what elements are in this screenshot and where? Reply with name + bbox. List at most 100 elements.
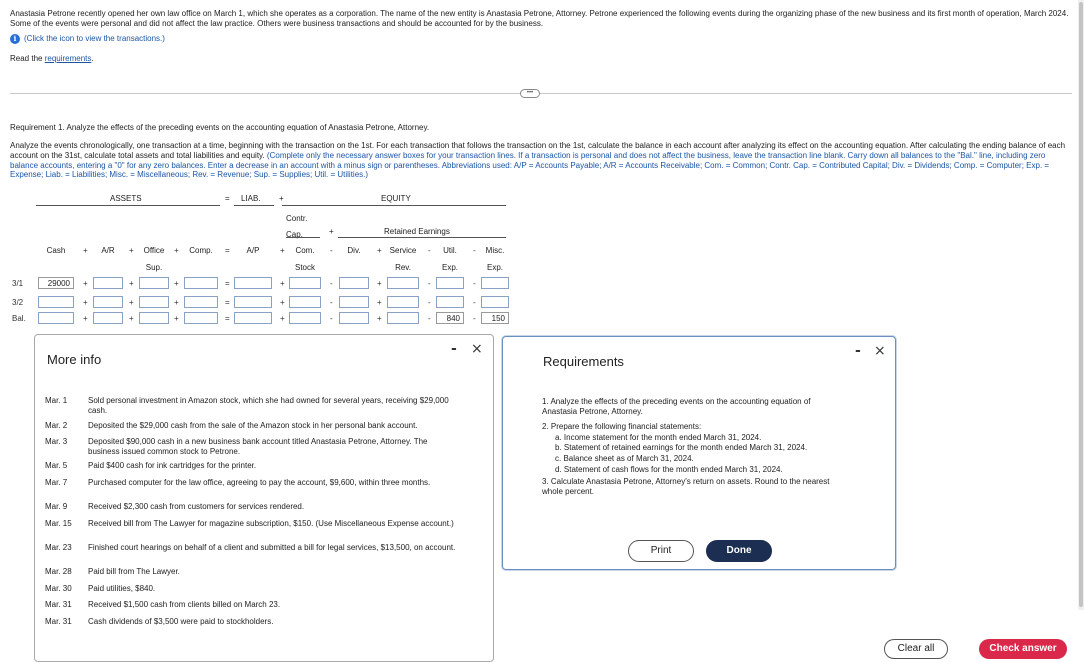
event-description: Purchased computer for the law office, a… <box>88 478 431 487</box>
row-label: 3/2 <box>12 298 24 307</box>
column-subheader-7: Rev. <box>395 263 411 272</box>
column-subheader-2: Sup. <box>145 263 163 272</box>
retained-earnings-header: Retained Earnings <box>384 227 450 236</box>
equation-input[interactable] <box>139 296 169 308</box>
equation-input[interactable]: 840 <box>436 312 464 324</box>
requirements-close-icon[interactable]: × <box>874 343 886 360</box>
equation-input[interactable] <box>93 296 123 308</box>
header-operator: + <box>83 246 88 255</box>
equation-input[interactable] <box>339 312 369 324</box>
equation-input[interactable]: 150 <box>481 312 509 324</box>
clear-all-button[interactable]: Clear all <box>884 639 948 659</box>
equation-input[interactable] <box>339 277 369 289</box>
event-description: Paid utilities, $840. <box>88 584 156 593</box>
view-transactions-link[interactable]: i (Click the icon to view the transactio… <box>10 34 165 44</box>
minimize-icon[interactable]: - <box>451 341 457 358</box>
done-button[interactable]: Done <box>706 540 772 562</box>
assets-rule <box>36 205 220 206</box>
requirements-link[interactable]: requirements <box>45 54 92 63</box>
equation-input[interactable] <box>481 277 509 289</box>
column-header-9: Misc. <box>485 246 505 255</box>
problem-intro: Anastasia Petrone recently opened her ow… <box>10 9 1069 28</box>
requirement-item: 1. Analyze the effects of the preceding … <box>542 397 811 416</box>
equation-input[interactable] <box>93 277 123 289</box>
equation-input[interactable] <box>387 312 419 324</box>
equation-input[interactable] <box>387 277 419 289</box>
row-operator: - <box>428 298 431 307</box>
equation-input[interactable] <box>436 277 464 289</box>
event-date: Mar. 28 <box>45 567 72 576</box>
column-subheader-5: Stock <box>294 263 315 272</box>
row-operator: + <box>280 298 285 307</box>
row-label: Bal. <box>12 314 26 323</box>
equity-plus: + <box>329 227 334 236</box>
row-operator: - <box>330 279 333 288</box>
equation-input[interactable] <box>481 296 509 308</box>
equation-input[interactable] <box>289 296 321 308</box>
row-operator: - <box>428 279 431 288</box>
header-operator: + <box>377 246 382 255</box>
read-suffix: . <box>91 54 94 63</box>
row-operator: + <box>280 314 285 323</box>
row-operator: = <box>225 314 230 323</box>
scrollbar-thumb[interactable] <box>1079 2 1083 607</box>
print-button[interactable]: Print <box>628 540 694 562</box>
equation-input[interactable] <box>38 296 74 308</box>
equation-input[interactable] <box>234 296 272 308</box>
equation-input[interactable] <box>234 312 272 324</box>
requirements-panel <box>502 336 896 570</box>
row-operator: - <box>473 279 476 288</box>
event-description: Cash dividends of $3,500 were paid to st… <box>88 617 274 626</box>
requirements-minimize-icon[interactable]: - <box>855 343 861 360</box>
requirement-item: d. Statement of cash flows for the month… <box>555 465 783 474</box>
header-operator: - <box>473 246 476 255</box>
equation-input[interactable] <box>184 277 218 289</box>
equation-input[interactable]: 29000 <box>38 277 74 289</box>
equation-input[interactable] <box>184 296 218 308</box>
event-description: Paid $400 cash for ink cartridges for th… <box>88 461 257 470</box>
requirement-item: 3. Calculate Anastasia Petrone, Attorney… <box>542 477 830 496</box>
equation-input[interactable] <box>289 312 321 324</box>
header-operator: - <box>428 246 431 255</box>
equation-input[interactable] <box>436 296 464 308</box>
more-dots-icon[interactable]: ••• <box>520 89 540 98</box>
equation-input[interactable] <box>289 277 321 289</box>
event-description: Finished court hearings on behalf of a c… <box>88 543 456 552</box>
header-operator: + <box>129 246 134 255</box>
requirement-item: 2. Prepare the following financial state… <box>542 422 702 431</box>
equation-input[interactable] <box>139 312 169 324</box>
check-answer-button[interactable]: Check answer <box>979 639 1067 659</box>
equation-input[interactable] <box>339 296 369 308</box>
contr-cap-header: Contr. Cap. <box>286 214 308 239</box>
requirement-1-instructions: Analyze the events chronologically, one … <box>10 141 1070 180</box>
equation-input[interactable] <box>387 296 419 308</box>
equation-input[interactable] <box>234 277 272 289</box>
event-date: Mar. 5 <box>45 461 68 470</box>
equation-input[interactable] <box>93 312 123 324</box>
row-operator: + <box>129 314 134 323</box>
equation-input[interactable] <box>38 312 74 324</box>
section-divider <box>10 93 1072 94</box>
row-operator: + <box>174 298 179 307</box>
event-description: Deposited $90,000 cash in a new business… <box>88 437 428 456</box>
column-subheader-9: Exp. <box>486 263 503 272</box>
equation-input[interactable] <box>184 312 218 324</box>
row-operator: + <box>377 314 382 323</box>
contr-cap-rule <box>286 237 320 238</box>
column-header-7: Service <box>389 246 417 255</box>
header-operator: - <box>330 246 333 255</box>
column-header-6: Div. <box>347 246 361 255</box>
column-subheader-8: Exp. <box>441 263 458 272</box>
close-icon[interactable]: × <box>471 341 483 358</box>
view-transactions-text[interactable]: (Click the icon to view the transactions… <box>24 34 165 44</box>
requirement-item: b. Statement of retained earnings for th… <box>555 443 808 452</box>
equation-input[interactable] <box>139 277 169 289</box>
row-operator: - <box>330 298 333 307</box>
column-header-1: A/R <box>101 246 115 255</box>
info-icon[interactable]: i <box>10 34 20 44</box>
event-date: Mar. 9 <box>45 502 68 511</box>
header-operator: + <box>174 246 179 255</box>
more-info-panel <box>34 334 494 662</box>
event-date: Mar. 3 <box>45 437 68 446</box>
column-header-3: Comp. <box>189 246 213 255</box>
